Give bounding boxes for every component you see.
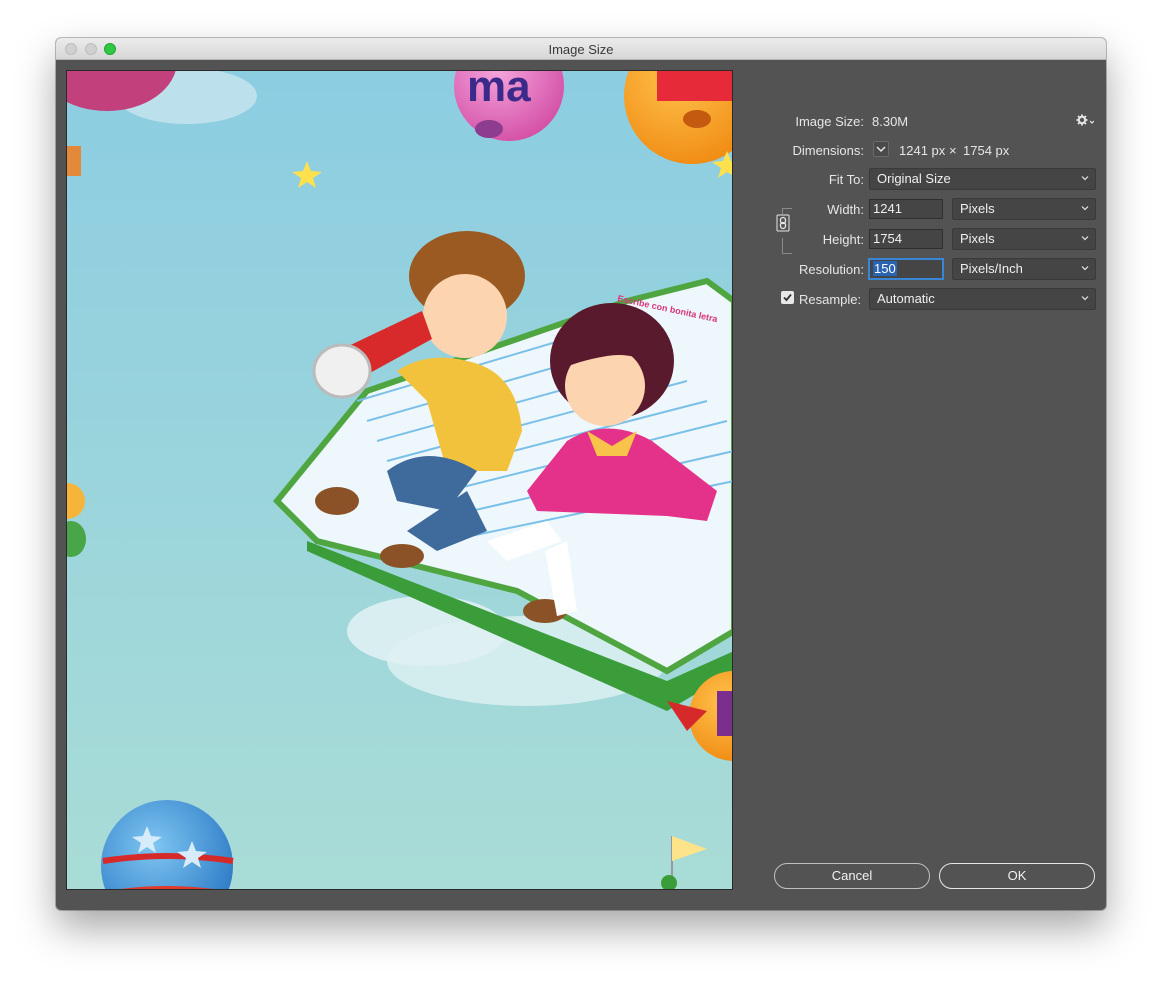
resample-checkbox[interactable] — [781, 291, 794, 304]
resolution-input[interactable]: 150 — [869, 259, 943, 279]
dimensions-height-value: 1754 px — [963, 143, 1010, 158]
image-size-label: Image Size: — [795, 114, 864, 129]
height-unit-select[interactable]: Pixels — [952, 228, 1096, 250]
cancel-button[interactable]: Cancel — [774, 863, 930, 889]
resolution-label: Resolution: — [798, 262, 864, 277]
height-input[interactable]: 1754 — [869, 229, 943, 249]
title-bar: Image Size — [56, 38, 1106, 60]
image-preview[interactable]: ma Escribe con bonita letra — [66, 70, 733, 890]
height-label: Height: — [822, 232, 864, 247]
resolution-unit-selected: Pixels/Inch — [960, 261, 1023, 276]
fit-to-select[interactable]: Original Size — [869, 168, 1096, 190]
resample-method-select[interactable]: Automatic — [869, 288, 1096, 310]
chevron-down-icon — [1081, 176, 1089, 181]
resample-selected: Automatic — [877, 291, 935, 306]
width-unit-selected: Pixels — [960, 201, 995, 216]
dimensions-width-value: 1241 px — [899, 143, 946, 158]
resolution-unit-select[interactable]: Pixels/Inch — [952, 258, 1096, 280]
dimensions-label: Dimensions: — [792, 143, 864, 158]
fit-to-selected: Original Size — [877, 171, 951, 186]
preview-illustration: ma Escribe con bonita letra — [67, 71, 732, 889]
image-size-settings: Image Size: 8.30M Dimensions: 1241 px × … — [746, 70, 1096, 890]
height-unit-selected: Pixels — [960, 231, 995, 246]
chevron-down-icon — [1081, 266, 1089, 271]
fit-to-label: Fit To: — [828, 172, 864, 187]
resolution-value: 150 — [873, 261, 897, 276]
chevron-down-icon — [1081, 236, 1089, 241]
image-size-value: 8.30M — [872, 114, 909, 129]
chevron-down-icon — [1081, 206, 1089, 211]
resample-label: Resample: — [799, 292, 862, 307]
width-input[interactable]: 1241 — [869, 199, 943, 219]
dimensions-unit-toggle[interactable] — [873, 141, 889, 157]
window-title: Image Size — [548, 42, 614, 57]
ok-button[interactable]: OK — [939, 863, 1095, 889]
width-unit-select[interactable]: Pixels — [952, 198, 1096, 220]
gear-icon[interactable] — [1076, 114, 1094, 126]
checkbox-check-icon — [783, 293, 792, 302]
chevron-down-icon — [1081, 296, 1089, 301]
ball-letters: ma — [467, 71, 531, 111]
width-label: Width: — [827, 202, 864, 217]
chevron-down-icon — [876, 146, 886, 153]
dimensions-times: × — [949, 143, 957, 158]
image-size-dialog: Image Size ma Escribe con bonita letra I… — [56, 38, 1106, 910]
